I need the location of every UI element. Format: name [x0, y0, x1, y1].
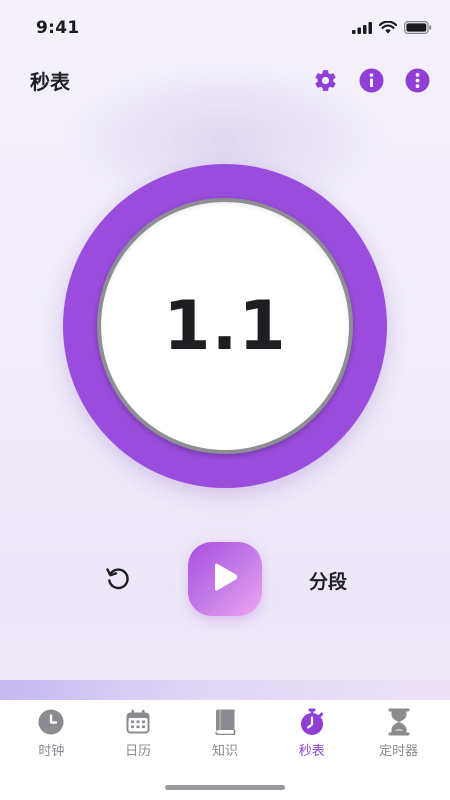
info-icon[interactable]	[359, 68, 384, 93]
gear-icon[interactable]	[313, 68, 338, 93]
wifi-icon	[378, 19, 398, 38]
battery-icon	[404, 19, 432, 38]
play-icon	[210, 561, 240, 597]
app-header: 秒表	[0, 58, 450, 102]
page-title: 秒表	[30, 69, 70, 94]
home-indicator	[165, 785, 285, 790]
tab-clock[interactable]: 时钟	[16, 700, 86, 800]
tab-timer[interactable]: 定时器	[364, 700, 434, 800]
tab-calendar[interactable]: 日历	[103, 700, 173, 800]
tab-label: 秒表	[298, 744, 325, 759]
status-time: 9:41	[36, 18, 80, 38]
stopwatch-face: 1.1	[97, 198, 353, 454]
calendar-icon	[124, 708, 152, 736]
lap-button[interactable]: 分段	[300, 564, 356, 596]
reset-button[interactable]	[101, 563, 135, 597]
tab-label: 定时器	[379, 744, 419, 759]
tab-label: 知识	[211, 744, 238, 759]
more-vertical-icon[interactable]	[405, 68, 430, 93]
tab-stopwatch[interactable]: 秒表	[277, 700, 347, 800]
stopwatch-controls: 分段	[0, 540, 450, 620]
status-icons	[352, 19, 432, 38]
play-button[interactable]	[188, 542, 262, 616]
status-bar: 9:41	[0, 0, 450, 56]
cellular-signal-icon	[352, 19, 372, 38]
reset-icon	[103, 563, 133, 597]
header-actions	[313, 68, 430, 93]
tab-label: 日历	[125, 744, 152, 759]
book-icon	[211, 708, 239, 736]
tab-bar-accent-strip	[0, 680, 450, 702]
hourglass-icon	[385, 708, 413, 736]
stopwatch-icon	[298, 708, 326, 736]
tab-label: 时钟	[38, 744, 65, 759]
elapsed-time-display: 1.1	[163, 286, 287, 366]
clock-icon	[37, 708, 65, 736]
